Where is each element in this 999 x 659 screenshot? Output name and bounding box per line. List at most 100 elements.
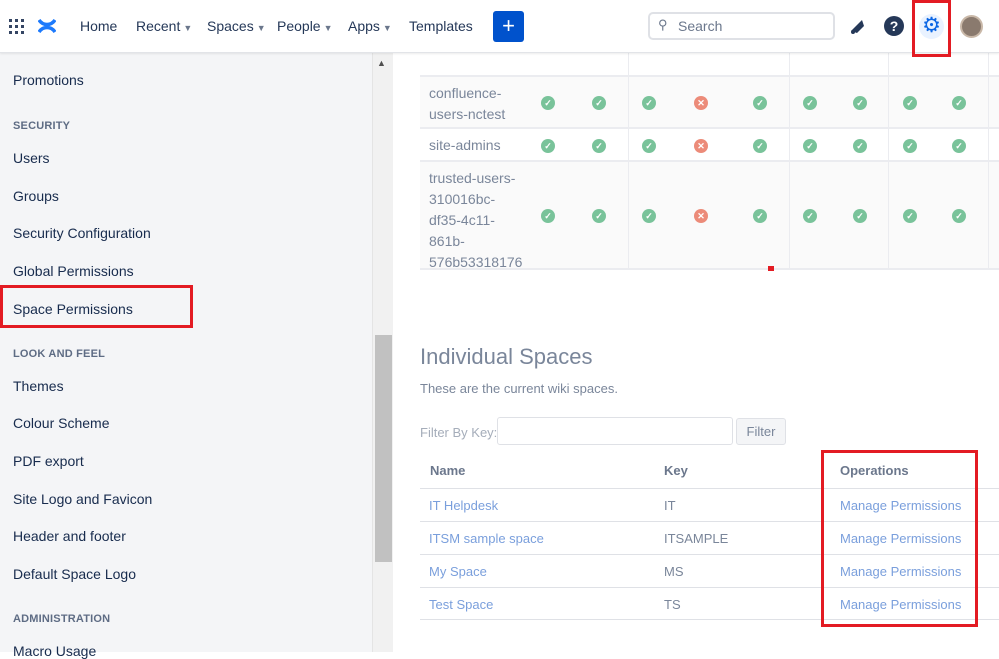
space-key: TS [664,597,681,612]
app-switcher-icon[interactable] [9,19,24,34]
sidebar-item-default-space-logo[interactable]: Default Space Logo [13,566,136,582]
sidebar-item-promotions[interactable]: Promotions [13,72,84,88]
nav-recent[interactable]: Recent ▼ [136,18,192,34]
sidebar-item-header-footer[interactable]: Header and footer [13,528,126,544]
space-key: MS [664,564,684,579]
filter-label: Filter By Key: [420,425,498,440]
space-name-link[interactable]: ITSM sample space [429,531,544,546]
column-header-name: Name [430,463,466,478]
permission-granted-icon: ✓ [952,96,966,110]
permission-granted-icon: ✓ [642,138,656,153]
group-name: site-admins [429,137,501,153]
permission-granted-icon: ✓ [753,209,767,223]
admin-sidebar: Promotions SECURITY Users Groups Securit… [0,53,372,659]
column-divider [628,40,629,270]
sidebar-item-security-configuration[interactable]: Security Configuration [13,225,151,241]
sidebar-header-security: SECURITY [13,120,71,132]
permission-granted-icon: ✓ [642,96,656,110]
permission-granted-icon: ✓ [952,138,966,153]
chevron-down-icon: ▼ [323,23,333,33]
permission-granted-icon: ✓ [803,96,817,110]
sidebar-item-users[interactable]: Users [13,150,50,166]
search-placeholder: Search [678,18,723,34]
space-name-link[interactable]: IT Helpdesk [429,498,498,513]
nav-people-label: People [277,18,321,34]
search-icon: ⚲ [658,17,668,32]
settings-highlight [912,0,951,57]
permission-granted-icon: ✓ [952,209,966,223]
top-navigation: Home Recent ▼ Spaces ▼ People ▼ Apps ▼ Templ… [0,0,999,53]
avatar[interactable] [960,15,983,38]
sidebar-header-look-and-feel: LOOK AND FEEL [13,348,106,360]
sidebar-item-groups[interactable]: Groups [13,188,59,204]
nav-recent-label: Recent [136,18,181,34]
permission-denied-icon: ✕ [694,96,708,110]
permission-granted-icon: ✓ [753,138,767,153]
individual-spaces-title: Individual Spaces [420,344,593,369]
filter-button[interactable]: Filter [736,418,786,445]
chevron-down-icon: ▼ [382,23,392,33]
sidebar-header-administration: ADMINISTRATION [13,613,111,625]
column-divider [988,40,989,270]
permission-granted-icon: ✓ [853,96,867,110]
sidebar-item-site-logo[interactable]: Site Logo and Favicon [13,491,152,507]
permission-granted-icon: ✓ [592,96,606,110]
column-divider [789,40,790,270]
help-icon[interactable]: ? [884,16,904,36]
permission-granted-icon: ✓ [592,138,606,153]
space-name-link[interactable]: Test Space [429,597,493,612]
permission-row: site-admins ✓ ✓ ✓ ✕ ✓ ✓ ✓ ✓ ✓ [420,129,999,162]
nav-spaces-label: Spaces [207,18,254,34]
permission-denied-icon: ✕ [694,138,708,153]
permission-granted-icon: ✓ [803,138,817,153]
group-name: confluence-users-nctest [429,85,506,122]
space-name-link[interactable]: My Space [429,564,487,579]
permission-granted-icon: ✓ [592,209,606,223]
chevron-down-icon: ▼ [183,23,193,33]
permission-granted-icon: ✓ [803,209,817,223]
scrollbar-thumb[interactable] [375,335,392,562]
sidebar-scrollbar[interactable]: ▲ [372,53,393,652]
permission-granted-icon: ✓ [753,96,767,110]
space-permissions-highlight [0,285,193,328]
notifications-icon[interactable] [848,17,866,35]
nav-spaces[interactable]: Spaces ▼ [207,18,266,34]
nav-templates[interactable]: Templates [409,18,473,34]
confluence-logo-icon[interactable] [38,16,56,36]
search-input[interactable]: ⚲ Search [648,12,835,40]
permission-granted-icon: ✓ [541,138,555,153]
main-content: admins-nctest✓✓✓✕✓✓✓✓✓confluence-users-n… [393,0,999,652]
nav-home[interactable]: Home [80,18,117,34]
nav-apps[interactable]: Apps ▼ [348,18,392,34]
chevron-down-icon: ▼ [256,23,266,33]
column-divider [888,40,889,270]
column-header-key: Key [664,463,688,478]
permission-granted-icon: ✓ [853,209,867,223]
create-button[interactable]: + [493,11,524,42]
scroll-up-icon[interactable]: ▲ [377,58,386,68]
permission-granted-icon: ✓ [903,138,917,153]
permission-granted-icon: ✓ [903,96,917,110]
filter-key-input[interactable] [497,417,733,445]
sidebar-item-themes[interactable]: Themes [13,378,64,394]
permission-row: confluence-users-nctest ✓ ✓ ✓ ✕ ✓ ✓ ✓ ✓ ✓ [420,77,999,129]
sidebar-item-pdf-export[interactable]: PDF export [13,453,84,469]
sidebar-item-colour-scheme[interactable]: Colour Scheme [13,415,110,431]
nav-people[interactable]: People ▼ [277,18,333,34]
space-key: IT [664,498,676,513]
nav-apps-label: Apps [348,18,380,34]
space-key: ITSAMPLE [664,531,729,546]
permission-granted-icon: ✓ [642,209,656,223]
sidebar-item-global-permissions[interactable]: Global Permissions [13,263,134,279]
individual-spaces-subtitle: These are the current wiki spaces. [420,381,618,396]
permission-granted-icon: ✓ [903,209,917,223]
permission-granted-icon: ✓ [541,96,555,110]
operations-highlight [821,450,978,627]
red-marker [768,266,774,271]
group-name: trusted-users-310016bc-df35-4c11-861b-57… [429,170,523,270]
sidebar-item-macro-usage[interactable]: Macro Usage [13,643,96,659]
permission-granted-icon: ✓ [853,138,867,153]
permission-denied-icon: ✕ [694,209,708,223]
permission-row: trusted-users-310016bc-df35-4c11-861b-57… [420,162,999,270]
permission-granted-icon: ✓ [541,209,555,223]
